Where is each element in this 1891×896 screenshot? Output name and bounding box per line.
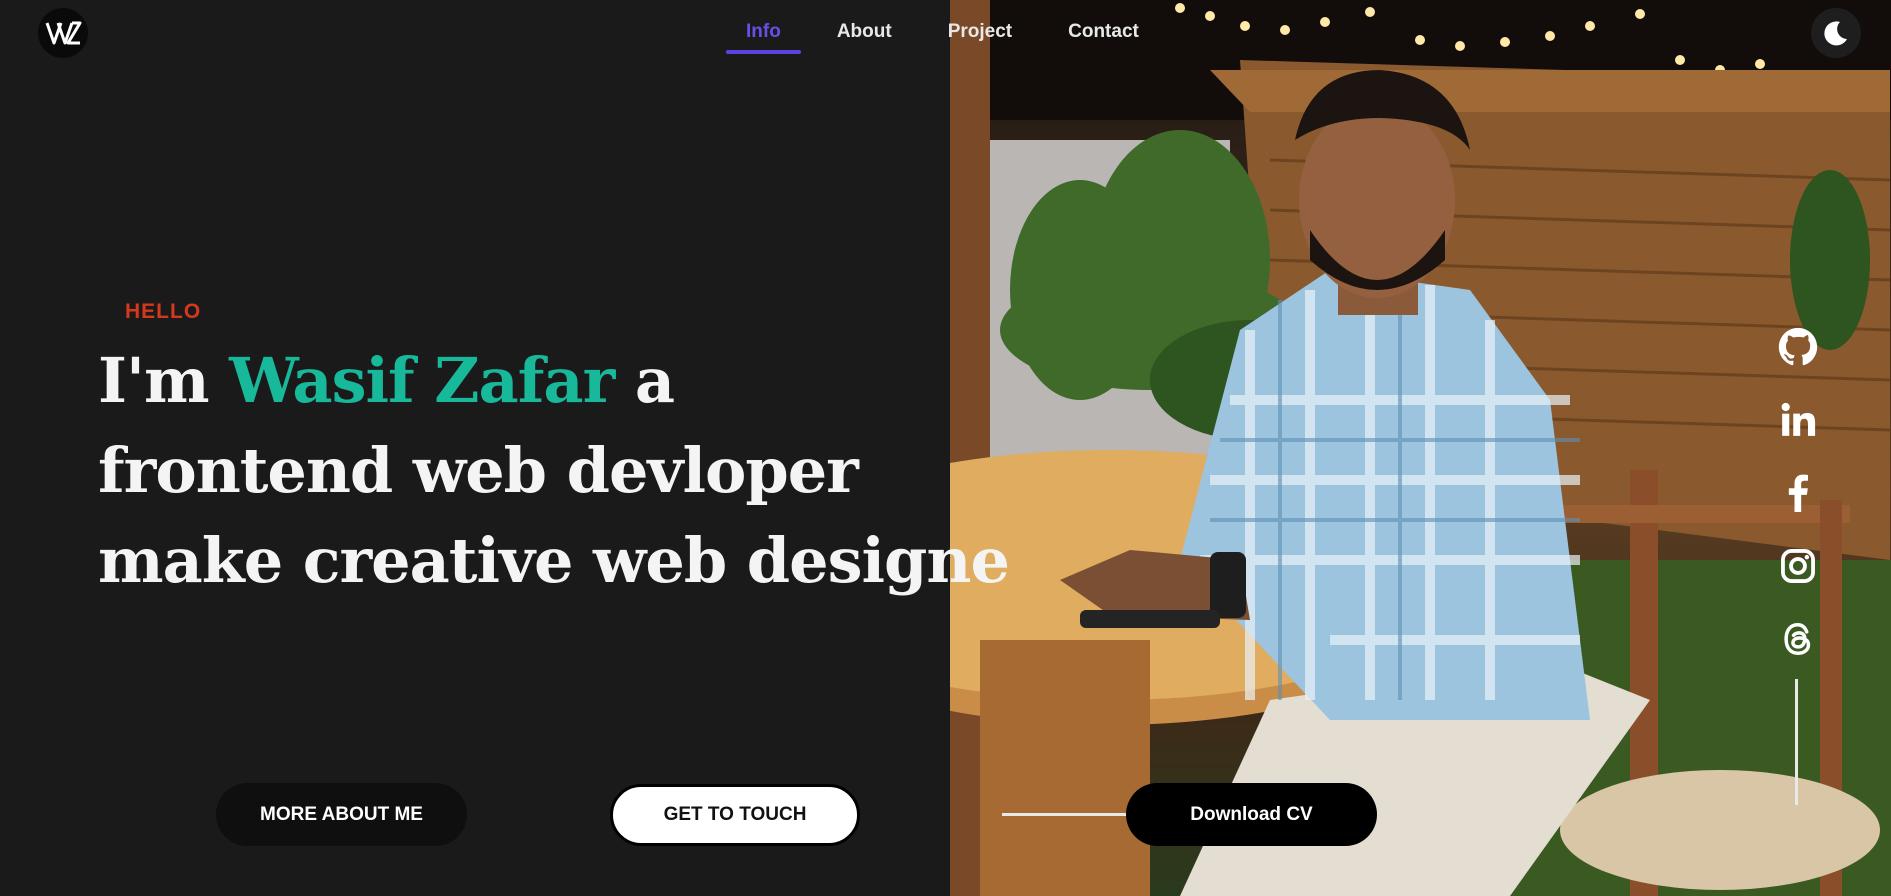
hero-name: Wasif Zafar <box>229 344 615 417</box>
nav-about[interactable]: About <box>817 14 912 54</box>
facebook-icon <box>1788 474 1808 512</box>
instagram-icon <box>1781 549 1815 583</box>
nav-project[interactable]: Project <box>928 14 1032 54</box>
logo-monogram-icon <box>45 21 82 45</box>
download-cv-button[interactable]: Download CV <box>1126 783 1377 846</box>
profile-photo-illustration <box>950 0 1891 896</box>
theme-toggle-button[interactable] <box>1811 8 1861 58</box>
headline-line-2: frontend web devloper <box>98 434 859 507</box>
hero-headline: I'm Wasif Zafar a frontend web devloper … <box>98 336 1010 606</box>
headline-suffix: a <box>614 344 675 417</box>
hero-greeting: HELLO <box>125 300 202 323</box>
linkedin-link[interactable] <box>1777 399 1819 441</box>
github-icon <box>1778 327 1818 366</box>
linkedin-icon <box>1781 402 1816 436</box>
threads-icon <box>1784 623 1811 655</box>
threads-link[interactable] <box>1777 618 1819 660</box>
nav-contact[interactable]: Contact <box>1048 14 1159 54</box>
cv-divider-line <box>1002 813 1128 816</box>
site-logo[interactable] <box>38 8 88 58</box>
profile-photo <box>950 0 1891 896</box>
facebook-link[interactable] <box>1777 472 1819 514</box>
social-divider-line <box>1795 679 1798 805</box>
headline-line-1: I'm Wasif Zafar a <box>98 336 1009 426</box>
more-about-me-button[interactable]: MORE ABOUT ME <box>216 783 467 846</box>
instagram-link[interactable] <box>1777 545 1819 587</box>
headline-prefix: I'm <box>98 344 230 417</box>
social-links <box>1776 326 1820 660</box>
github-link[interactable] <box>1777 326 1819 368</box>
main-nav: Info About Project Contact <box>726 14 1175 54</box>
get-to-touch-button[interactable]: GET TO TOUCH <box>610 784 860 846</box>
moon-icon <box>1824 21 1847 46</box>
headline-line-3: make creative web designe <box>98 524 1010 597</box>
nav-info[interactable]: Info <box>726 14 801 54</box>
